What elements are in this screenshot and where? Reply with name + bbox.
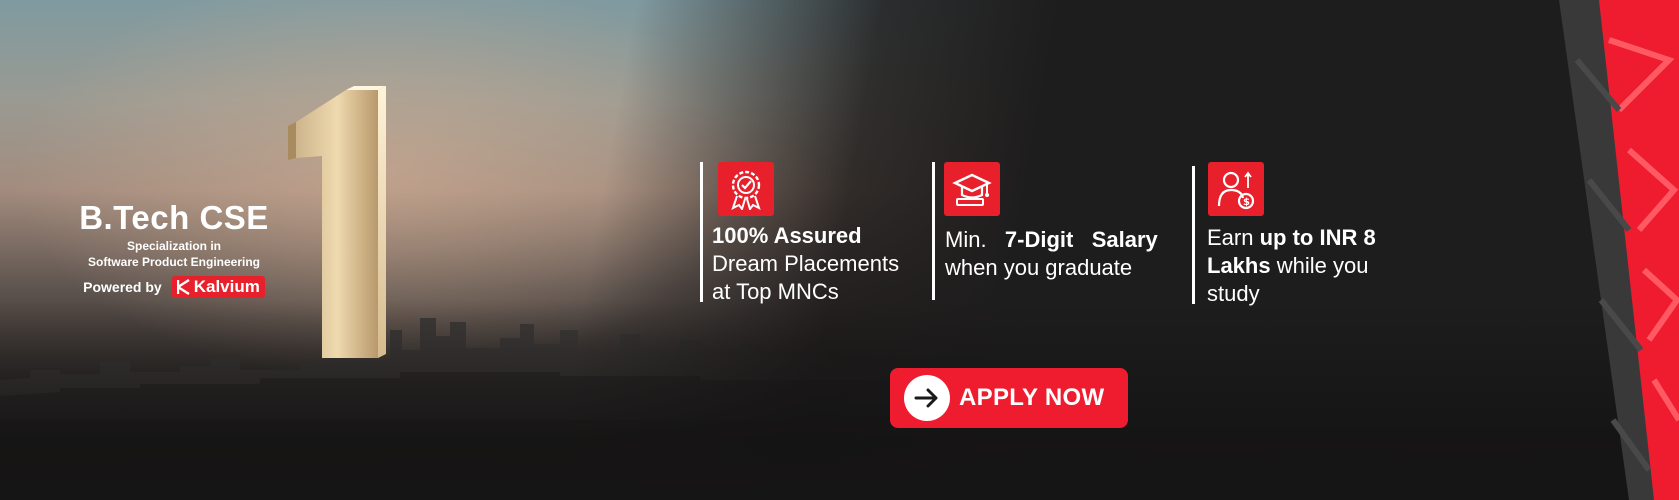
- feature-salary-bold1: 7-Digit: [1004, 227, 1074, 252]
- feature-divider: [932, 162, 935, 300]
- bottom-shade: [0, 300, 1679, 500]
- award-badge-icon: [718, 162, 774, 216]
- hero-numeral-one: [288, 86, 386, 358]
- program-brand: B.Tech CSE Specialization in Software Pr…: [74, 198, 274, 298]
- feature-placements: 100% Assured Dream Placements at Top MNC…: [700, 162, 920, 304]
- arrow-right-icon: [904, 375, 950, 421]
- feature-divider: [700, 162, 703, 302]
- feature-earn-text: Earn up to INR 8 Lakhs while you study: [1207, 224, 1376, 308]
- feature-earn-bold1: up to INR 8: [1259, 225, 1376, 250]
- decorative-stripe: [1559, 0, 1679, 500]
- powered-by-row: Powered by Kalvium: [74, 276, 274, 298]
- promo-banner: B.Tech CSE Specialization in Software Pr…: [0, 0, 1679, 500]
- apply-now-button[interactable]: APPLY NOW: [890, 368, 1128, 428]
- graduation-cap-icon: [944, 162, 1000, 216]
- feature-placements-bold: 100% Assured: [712, 223, 862, 248]
- feature-salary-pre: Min.: [945, 227, 987, 252]
- apply-now-label: APPLY NOW: [959, 384, 1105, 411]
- program-title: B.Tech CSE: [79, 199, 269, 236]
- svg-text:$: $: [1243, 197, 1250, 208]
- powered-by-label: Powered by: [83, 279, 162, 295]
- kalvium-logo-text: Kalvium: [193, 277, 260, 296]
- feature-divider: [1192, 166, 1195, 304]
- program-subtitle-line1: Specialization in: [126, 239, 222, 253]
- feature-earn-pre: Earn: [1207, 225, 1254, 250]
- kalvium-k-icon: [176, 279, 190, 295]
- feature-earn-post: while you: [1276, 253, 1369, 278]
- feature-earn: $ Earn up to INR 8 Lakhs while you study: [1192, 162, 1422, 308]
- feature-earn-bold2: Lakhs: [1207, 253, 1271, 278]
- feature-salary: Min. 7-Digit Salary when you graduate: [932, 162, 1182, 302]
- feature-salary-bold2: Salary: [1091, 227, 1158, 252]
- kalvium-logo: Kalvium: [171, 276, 265, 298]
- feature-placements-text: 100% Assured Dream Placements at Top MNC…: [712, 222, 899, 306]
- feature-placements-line2: Dream Placements: [712, 251, 900, 276]
- feature-placements-line3: at Top MNCs: [712, 279, 839, 304]
- feature-salary-text: Min. 7-Digit Salary when you graduate: [945, 226, 1158, 282]
- feature-salary-line2: when you graduate: [945, 255, 1133, 280]
- feature-earn-line3: study: [1207, 281, 1260, 306]
- program-subtitle-line2: Software Product Engineering: [87, 255, 261, 269]
- earning-person-icon: $: [1208, 162, 1264, 216]
